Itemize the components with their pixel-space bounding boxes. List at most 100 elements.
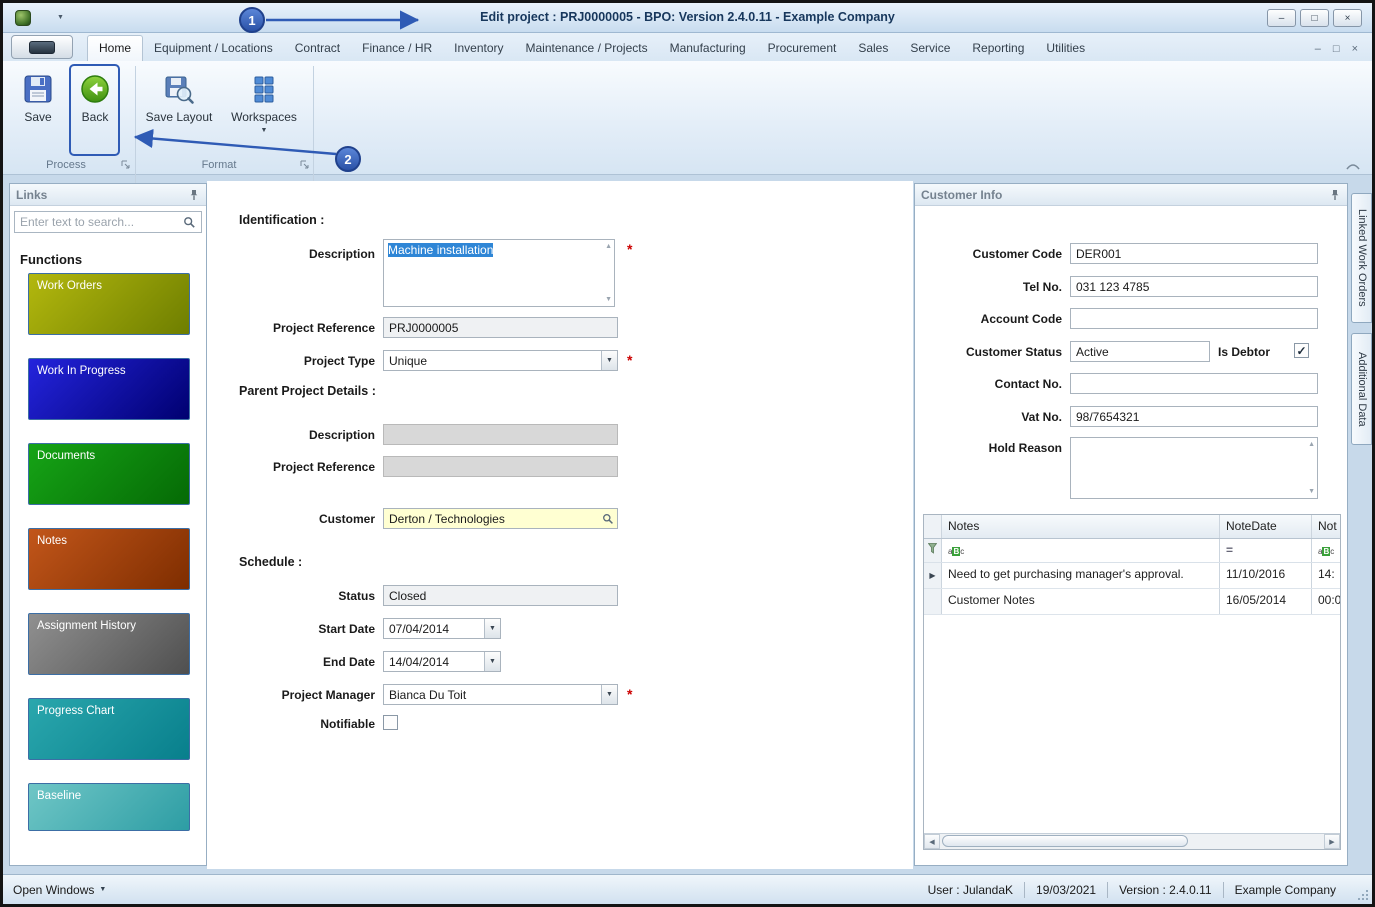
workspaces-button[interactable]: Workspaces ▼: [227, 67, 301, 155]
ribbon-tab-procurement[interactable]: Procurement: [757, 36, 848, 61]
description-field[interactable]: Machine installation ▲ ▼: [383, 239, 615, 307]
lookup-search-icon[interactable]: [599, 509, 617, 528]
scroll-right-icon[interactable]: ▶: [1324, 834, 1340, 849]
project-reference-label: Project Reference: [207, 321, 375, 335]
is-debtor-checkbox[interactable]: ✓: [1294, 343, 1309, 358]
notetime-cell[interactable]: 00:0: [1312, 589, 1340, 614]
text-filter-icon[interactable]: aBc: [1318, 547, 1334, 556]
save-button[interactable]: Save: [13, 67, 63, 155]
open-windows-button[interactable]: Open Windows ▼: [13, 883, 106, 897]
customer-code-field[interactable]: DER001: [1070, 243, 1318, 264]
status-bar: Open Windows ▼ User : JulandaK 19/03/202…: [3, 874, 1372, 904]
links-search-box: [14, 211, 202, 233]
vat-no-field[interactable]: 98/7654321: [1070, 406, 1318, 427]
parent-reference-label: Project Reference: [207, 460, 375, 474]
scroll-left-icon[interactable]: ◀: [924, 834, 940, 849]
tel-no-field[interactable]: 031 123 4785: [1070, 276, 1318, 297]
note-cell[interactable]: Need to get purchasing manager's approva…: [942, 563, 1220, 588]
ribbon-tab-sales[interactable]: Sales: [847, 36, 899, 61]
function-tile-baseline[interactable]: Baseline: [28, 783, 190, 831]
notetime-cell[interactable]: 14:: [1312, 563, 1340, 588]
customer-status-label: Customer Status: [915, 345, 1062, 359]
chevron-down-icon[interactable]: ▼: [601, 685, 617, 704]
chevron-down-icon[interactable]: ▼: [601, 351, 617, 370]
ribbon-tab-finance-hr[interactable]: Finance / HR: [351, 36, 443, 61]
format-dialog-launcher-icon[interactable]: [300, 160, 310, 170]
maximize-button[interactable]: □: [1300, 9, 1329, 27]
function-tile-documents[interactable]: Documents: [28, 443, 190, 505]
project-manager-dropdown[interactable]: Bianca Du Toit ▼: [383, 684, 618, 705]
parent-project-section-header: Parent Project Details :: [239, 384, 376, 398]
scroll-down-icon[interactable]: ▼: [1308, 488, 1315, 495]
resize-grip[interactable]: [1356, 888, 1369, 901]
ribbon-tab-utilities[interactable]: Utilities: [1035, 36, 1096, 61]
workspaces-button-label: Workspaces: [231, 110, 297, 124]
note-cell[interactable]: Customer Notes: [942, 589, 1220, 614]
end-date-label: End Date: [207, 655, 375, 669]
project-manager-label: Project Manager: [207, 688, 375, 702]
notifiable-checkbox[interactable]: [383, 715, 398, 730]
ribbon-tab-inventory[interactable]: Inventory: [443, 36, 514, 61]
minimize-button[interactable]: –: [1267, 9, 1296, 27]
notedate-cell[interactable]: 16/05/2014: [1220, 589, 1312, 614]
scroll-up-icon[interactable]: ▲: [1308, 441, 1315, 448]
scroll-down-icon[interactable]: ▼: [605, 296, 612, 303]
customer-lookup-field[interactable]: Derton / Technologies: [383, 508, 618, 529]
function-tile-assignment-history[interactable]: Assignment History: [28, 613, 190, 675]
ribbon-tab-service[interactable]: Service: [899, 36, 961, 61]
ribbon-tab-reporting[interactable]: Reporting: [961, 36, 1035, 61]
customer-status-field[interactable]: Active: [1070, 341, 1210, 362]
ribbon-tab-home[interactable]: Home: [87, 35, 143, 61]
notes-row[interactable]: ▶ Need to get purchasing manager's appro…: [924, 563, 1340, 589]
save-layout-button[interactable]: Save Layout: [145, 67, 213, 155]
function-tile-notes[interactable]: Notes: [28, 528, 190, 590]
customer-notes-grid: Notes NoteDate Not aBc = aBc ▶ Need to g…: [923, 514, 1341, 850]
function-tile-progress-chart[interactable]: Progress Chart: [28, 698, 190, 760]
tab-linked-work-orders[interactable]: Linked Work Orders: [1351, 193, 1372, 323]
ribbon-collapse-icon[interactable]: [1345, 160, 1361, 172]
column-header-notetime[interactable]: Not: [1312, 515, 1340, 538]
equals-filter-icon[interactable]: =: [1226, 543, 1233, 557]
scrollbar-thumb[interactable]: [942, 835, 1188, 847]
chevron-down-icon[interactable]: ▼: [484, 619, 500, 638]
status-field[interactable]: Closed: [383, 585, 618, 606]
project-reference-field[interactable]: PRJ0000005: [383, 317, 618, 338]
project-type-dropdown[interactable]: Unique ▼: [383, 350, 618, 371]
grid-filter-row[interactable]: aBc = aBc: [924, 539, 1340, 563]
ribbon-tab-maintenance-projects[interactable]: Maintenance / Projects: [515, 36, 659, 61]
process-dialog-launcher-icon[interactable]: [121, 160, 131, 170]
ribbon-tab-manufacturing[interactable]: Manufacturing: [659, 36, 757, 61]
mdi-minimize-button[interactable]: –: [1315, 43, 1321, 55]
end-date-picker[interactable]: 14/04/2014 ▼: [383, 651, 501, 672]
notedate-cell[interactable]: 11/10/2016: [1220, 563, 1312, 588]
application-menu-button[interactable]: [11, 35, 73, 59]
links-search-input[interactable]: [15, 215, 178, 229]
annotation-callout-1: 1: [239, 7, 265, 33]
contact-no-field[interactable]: [1070, 373, 1318, 394]
required-marker: *: [627, 352, 632, 368]
pin-icon[interactable]: [188, 189, 200, 201]
mdi-restore-button[interactable]: □: [1333, 43, 1340, 55]
function-tile-work-in-progress[interactable]: Work In Progress: [28, 358, 190, 420]
start-date-picker[interactable]: 07/04/2014 ▼: [383, 618, 501, 639]
tab-additional-data[interactable]: Additional Data: [1351, 333, 1372, 445]
mdi-close-button[interactable]: ×: [1352, 43, 1358, 55]
column-header-notes[interactable]: Notes: [942, 515, 1220, 538]
bpo-logo-icon: [29, 41, 55, 54]
ribbon-tab-contract[interactable]: Contract: [284, 36, 351, 61]
scroll-up-icon[interactable]: ▲: [605, 243, 612, 250]
account-code-field[interactable]: [1070, 308, 1318, 329]
column-header-notedate[interactable]: NoteDate: [1220, 515, 1312, 538]
pin-icon[interactable]: [1329, 189, 1341, 201]
customer-info-panel: Customer Info Customer Code DER001 Tel N…: [914, 183, 1348, 866]
text-filter-icon[interactable]: aBc: [948, 547, 964, 556]
grid-horizontal-scrollbar[interactable]: ◀ ▶: [924, 833, 1340, 849]
chevron-down-icon[interactable]: ▼: [484, 652, 500, 671]
ribbon-tab-equipment-locations[interactable]: Equipment / Locations: [143, 36, 284, 61]
hold-reason-field[interactable]: ▲ ▼: [1070, 437, 1318, 499]
notes-row[interactable]: Customer Notes 16/05/2014 00:0: [924, 589, 1340, 615]
function-tile-work-orders[interactable]: Work Orders: [28, 273, 190, 335]
current-row-indicator-icon: ▶: [929, 571, 935, 580]
close-button[interactable]: ×: [1333, 9, 1362, 27]
ribbon: Save Back: [3, 61, 1372, 175]
